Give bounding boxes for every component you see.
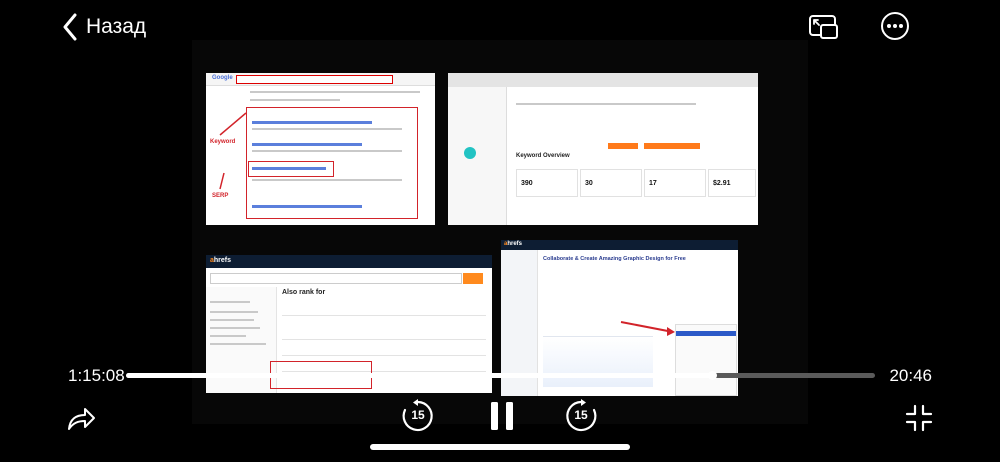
remaining-time: 20:46 — [889, 366, 932, 385]
chevron-left-icon — [63, 13, 77, 41]
serp-screenshot: Google Keyword SERP — [206, 73, 435, 225]
progress-slider[interactable] — [126, 373, 875, 378]
ahrefs-nav: ahrefs — [206, 255, 492, 268]
elapsed-time: 1:15:08 — [68, 366, 125, 385]
semrush-kpi: 390 — [516, 169, 578, 197]
serp-arrows — [219, 112, 247, 190]
back-button[interactable]: Назад — [62, 10, 146, 44]
semrush-add-button — [608, 143, 638, 149]
table-row — [282, 315, 486, 316]
picture-in-picture-icon[interactable] — [808, 13, 838, 41]
more-ellipsis-icon[interactable] — [880, 11, 910, 41]
pause-icon[interactable] — [488, 400, 516, 432]
table-row — [282, 339, 486, 340]
cursor-highlight — [464, 147, 476, 159]
ahrefs-search — [210, 273, 483, 284]
semrush-sidebar — [448, 87, 507, 225]
video-frame[interactable]: Google Keyword SERP Keyword Overview 390… — [192, 40, 808, 424]
back-label: Назад — [86, 15, 147, 38]
semrush-kpi: 30 — [580, 169, 642, 197]
semrush-kpi: 17 — [644, 169, 706, 197]
progress-knob[interactable] — [707, 371, 717, 380]
home-indicator[interactable] — [370, 444, 630, 450]
skip-back-seconds: 15 — [411, 408, 425, 422]
semrush-kpi: $2.91 — [708, 169, 756, 197]
semrush-input — [516, 103, 696, 105]
semrush-title: Keyword Overview — [516, 153, 570, 159]
semrush-screenshot: Keyword Overview 390 30 17 $2.91 — [448, 73, 758, 225]
progress-fill — [126, 373, 713, 378]
skip-forward-seconds: 15 — [574, 408, 588, 422]
table-row — [282, 355, 486, 356]
share-icon[interactable] — [66, 403, 96, 433]
skip-back-button[interactable]: 15 — [400, 398, 436, 434]
ahrefs-heading: Also rank for — [282, 289, 326, 296]
semrush-content-button — [644, 143, 700, 149]
browser-chrome — [448, 73, 758, 87]
skip-forward-button[interactable]: 15 — [563, 398, 599, 434]
ahrefs-logo: ahrefs — [210, 257, 232, 264]
exit-fullscreen-icon[interactable] — [904, 403, 934, 433]
